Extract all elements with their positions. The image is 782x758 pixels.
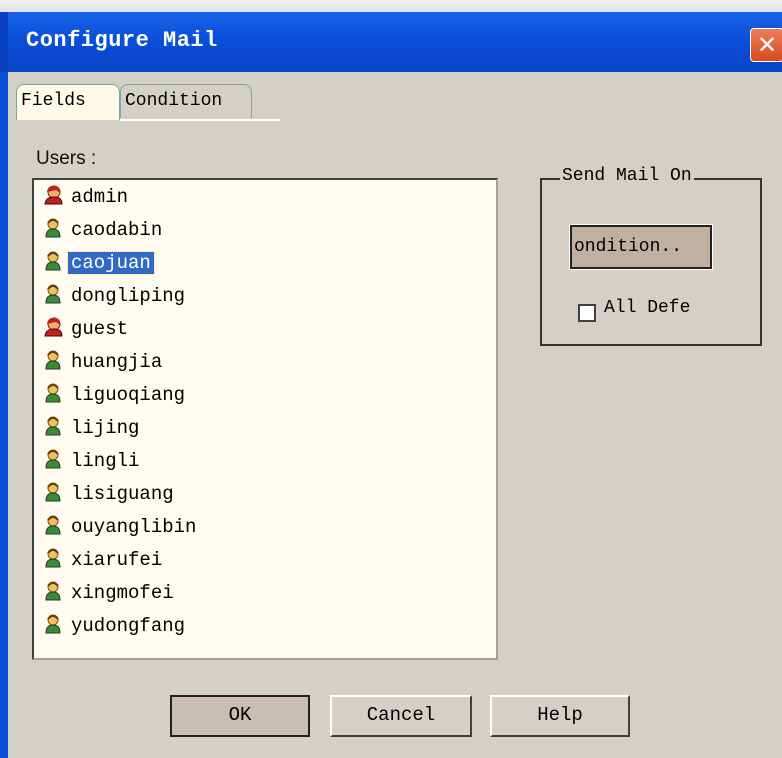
tab-condition-label: Condition [125,91,223,111]
list-item[interactable]: huangjia [42,347,165,377]
user-icon [42,415,64,437]
list-item[interactable]: lijing [42,413,142,443]
admin-user-icon [42,184,64,206]
user-icon [42,481,64,503]
list-item[interactable]: admin [42,182,131,212]
list-item[interactable]: ouyanglibin [42,512,199,542]
tab-condition[interactable]: Condition [120,84,252,118]
users-list[interactable]: yudongfang xingmofei xiarufei ouyanglibin li… [32,178,498,660]
list-item-label: lingli [71,450,140,472]
send-mail-on-title: Send Mail On [560,166,694,186]
user-icon [42,448,64,470]
list-item-label: admin [71,186,129,208]
tab-fields-label: Fields [21,91,86,111]
cancel-button[interactable]: Cancel [330,695,472,737]
background-strip [0,0,782,12]
list-item-label: guest [71,318,129,340]
list-item-label: caodabin [71,219,163,241]
condition-button[interactable]: ondition.. [569,224,713,270]
all-default-checkbox[interactable] [578,304,596,322]
help-button[interactable]: Help [490,695,630,737]
list-item[interactable]: liguoqiang [42,380,188,410]
user-icon [42,283,64,305]
window-title: Configure Mail [26,28,218,53]
list-item[interactable]: xingmofei [42,578,177,608]
list-item[interactable]: lingli [42,446,142,476]
window-border [0,72,8,758]
list-item-label: ouyanglibin [71,516,197,538]
tab-divider [120,119,280,121]
admin-user-icon [42,316,64,338]
list-item-label: xiarufei [71,549,163,571]
list-item[interactable]: xiarufei [42,545,165,575]
user-icon [42,349,64,371]
users-label: Users : [36,148,97,169]
user-icon [42,382,64,404]
list-item[interactable]: caojuan [42,248,155,278]
list-item[interactable]: dongliping [42,281,188,311]
list-item-label: lisiguang [71,483,174,505]
list-item[interactable]: guest [42,314,131,344]
list-item-label: lijing [71,417,140,439]
send-mail-on-group: Send Mail On ondition.. All Defe [540,166,762,346]
user-icon [42,217,64,239]
list-item-label: huangjia [71,351,163,373]
list-item-label: liguoqiang [71,384,186,406]
list-item[interactable]: lisiguang [42,479,177,509]
list-item-label: yudongfang [71,615,186,637]
list-item-label: dongliping [71,285,186,307]
ok-button[interactable]: OK [170,695,310,737]
list-item[interactable]: yudongfang [42,611,188,641]
user-icon [42,250,64,272]
close-button[interactable]: ✕ [750,28,782,62]
user-icon [42,547,64,569]
list-item[interactable]: caodabin [42,215,165,245]
close-icon: ✕ [756,31,778,59]
configure-mail-dialog: Configure Mail ✕ Fields Condition Users … [0,12,782,758]
all-default-label: All Defe [604,298,691,318]
user-icon [42,613,64,635]
list-item-label: xingmofei [71,582,174,604]
user-icon [42,514,64,536]
tab-fields[interactable]: Fields [16,84,120,120]
list-item-label: caojuan [67,251,155,275]
user-icon [42,580,64,602]
title-bar[interactable]: Configure Mail ✕ [0,12,782,72]
